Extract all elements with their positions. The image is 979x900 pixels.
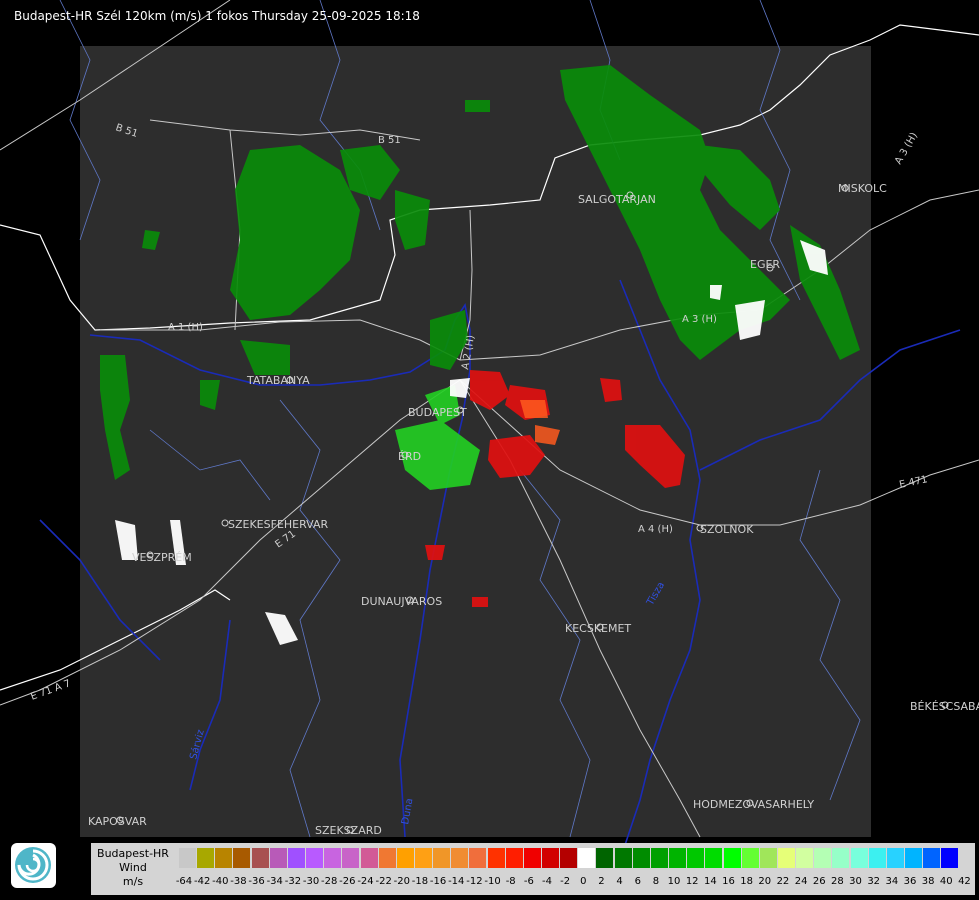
legend-unit: m/s	[122, 875, 144, 888]
road-label: A 1 (H)	[168, 322, 203, 333]
legend-scale: -64 -42 -40 -38 -36 -34 -32 -30 -28 -26 -24 -22 -20-…	[175, 843, 975, 895]
legend-swatch	[814, 848, 832, 868]
legend-radar-name: Budapest-HR	[97, 847, 169, 860]
legend-swatch	[342, 848, 360, 868]
legend-swatch	[796, 848, 814, 868]
legend-swatch	[451, 848, 469, 868]
legend-swatch	[669, 848, 687, 868]
city-label: EGER	[750, 258, 780, 271]
radar-map: SALGOTARJAN MISKOLC EGER TATABANYA BUDAP…	[0, 0, 979, 900]
legend-swatch	[251, 848, 269, 868]
legend-swatch	[414, 848, 432, 868]
legend-swatch	[433, 848, 451, 868]
city-label: SZEKSZARD	[315, 824, 382, 837]
legend-swatch	[542, 848, 559, 868]
legend-swatch	[505, 848, 523, 868]
legend-swatch	[269, 848, 287, 868]
city-label: DUNAUJVAROS	[361, 595, 442, 608]
city-label: HODMEZOVASARHELY	[693, 798, 814, 811]
legend-swatch	[850, 848, 868, 868]
city-label: KECSKEMET	[565, 622, 631, 635]
legend-swatch	[941, 848, 959, 868]
legend-title: Budapest-HR Wind m/s	[91, 847, 175, 889]
legend-swatch	[614, 848, 632, 868]
legend-tick-label: 42	[958, 876, 971, 887]
city-label: BÉKÉSCSABA	[910, 700, 979, 713]
legend-swatch	[741, 848, 759, 868]
legend-swatch	[197, 848, 215, 868]
legend-swatch	[886, 848, 904, 868]
city-label: KAPOSVAR	[88, 815, 147, 828]
legend-swatch	[560, 848, 578, 868]
legend-swatch	[868, 848, 886, 868]
legend-swatch	[905, 848, 922, 868]
legend-swatch	[596, 848, 614, 868]
legend-swatch	[578, 848, 596, 868]
city-label: TATABANYA	[246, 374, 310, 387]
city-label: ÉRD	[398, 450, 421, 463]
legend-swatch	[832, 848, 850, 868]
legend-swatch	[523, 848, 541, 868]
legend-swatch	[923, 848, 941, 868]
legend-swatch	[306, 848, 324, 868]
legend-swatch	[723, 848, 741, 868]
city-label: SZEKESFEHERVAR	[228, 518, 329, 531]
legend-swatch	[650, 848, 668, 868]
legend-swatch	[215, 848, 233, 868]
legend-swatch	[487, 848, 505, 868]
legend-swatch	[396, 848, 414, 868]
legend-swatch	[632, 848, 650, 868]
legend-swatch	[324, 848, 342, 868]
swirl-icon	[15, 847, 51, 883]
legend-swatch	[179, 848, 196, 868]
legend-swatch	[469, 848, 487, 868]
legend-swatch	[360, 848, 378, 868]
legend-swatch	[777, 848, 795, 868]
legend-swatch	[759, 848, 777, 868]
road-label: A 4 (H)	[638, 524, 673, 535]
city-label: MISKOLC	[838, 182, 887, 195]
legend-swatch	[378, 848, 396, 868]
map-title: Budapest-HR Szél 120km (m/s) 1 fokos Thu…	[14, 9, 420, 23]
legend-swatch	[233, 848, 251, 868]
city-label: BUDAPEST	[408, 406, 467, 419]
city-label: SZOLNOK	[700, 523, 754, 536]
legend-swatch	[287, 848, 305, 868]
road-label: B 51	[378, 135, 401, 146]
legend-swatch	[705, 848, 723, 868]
city-label: SALGOTARJAN	[578, 193, 656, 206]
legend-swatch	[687, 848, 705, 868]
met-service-logo	[11, 843, 56, 888]
legend-quantity: Wind	[119, 861, 147, 874]
city-label: VESZPRÉM	[132, 551, 192, 564]
road-label: A 3 (H)	[682, 314, 717, 325]
color-legend: Budapest-HR Wind m/s -64 -42 -40 -38 -36 -34-…	[91, 843, 975, 895]
